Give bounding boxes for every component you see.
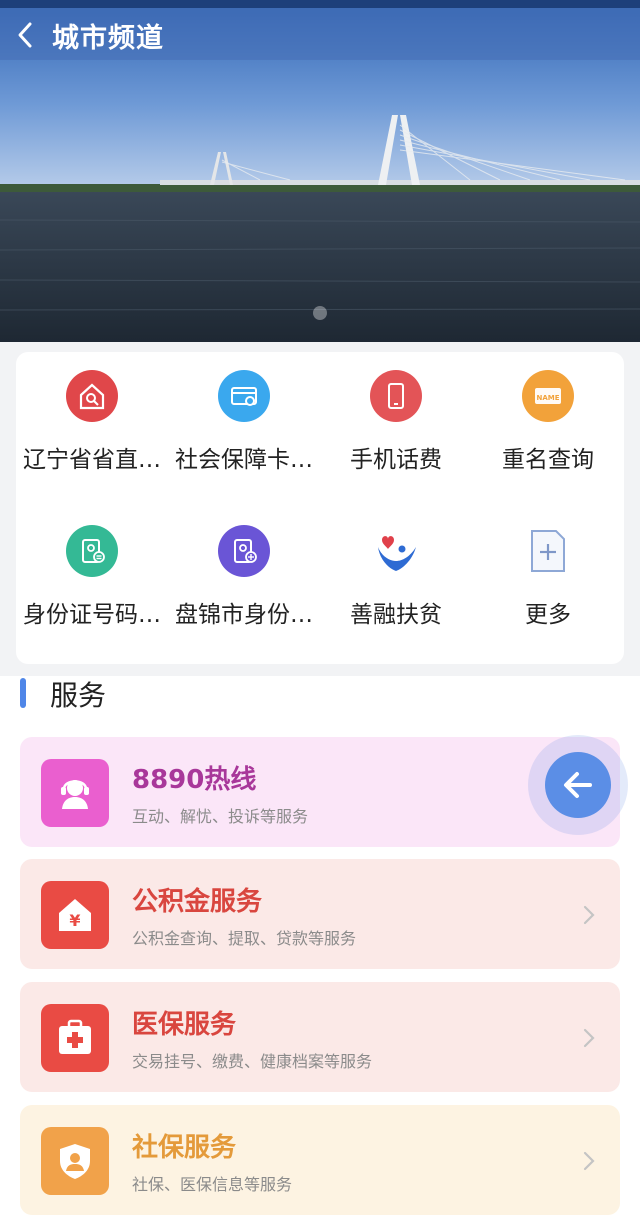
chevron-right-icon	[583, 905, 595, 925]
quick-service-label: 重名查询	[502, 447, 594, 473]
service-title: 医保服务	[132, 1010, 237, 1040]
chevron-right-icon	[583, 1151, 595, 1171]
quick-service-poverty-relief[interactable]: 善融扶贫	[320, 507, 472, 657]
quick-service-social-card[interactable]: 社会保障卡…	[168, 352, 320, 502]
status-bar	[0, 0, 640, 8]
phone-icon	[370, 370, 422, 422]
card-icon	[218, 370, 270, 422]
id-card-list-icon	[66, 525, 118, 577]
shield-user-icon	[41, 1127, 109, 1195]
chevron-left-icon	[18, 22, 32, 48]
section-accent-bar	[20, 678, 26, 708]
service-subtitle: 交易挂号、缴费、健康档案等服务	[132, 1052, 373, 1071]
arrow-left-icon	[564, 772, 592, 798]
quick-service-label: 身份证号码…	[23, 602, 161, 628]
quick-service-label: 社会保障卡…	[175, 447, 313, 473]
quick-service-name-query[interactable]: NAME 重名查询	[472, 352, 624, 502]
service-card-medical-insurance[interactable]: 医保服务 交易挂号、缴费、健康档案等服务	[20, 982, 620, 1092]
service-title: 公积金服务	[132, 887, 263, 917]
service-subtitle: 社保、医保信息等服务	[132, 1175, 293, 1194]
banner-carousel[interactable]: 城市频道	[0, 0, 640, 342]
svg-text:NAME: NAME	[536, 394, 559, 402]
headset-agent-icon	[41, 759, 109, 827]
house-search-icon	[66, 370, 118, 422]
service-subtitle: 互动、解忧、投诉等服务	[132, 807, 309, 826]
quick-service-more[interactable]: 更多	[472, 507, 624, 657]
section-title: 服务	[50, 679, 107, 712]
floating-back-button-core	[545, 752, 611, 818]
service-card-social-security[interactable]: 社保服务 社保、医保信息等服务	[20, 1105, 620, 1215]
service-title: 社保服务	[132, 1133, 237, 1163]
service-title: 8890热线	[132, 765, 257, 795]
quick-services-card: 辽宁省省直… 社会保障卡… 手机话费 NAME 重名查询 身份证号码… 盘锦市身…	[16, 352, 624, 664]
house-yuan-icon: ¥	[41, 881, 109, 949]
quick-service-label: 手机话费	[350, 447, 442, 473]
heart-hands-icon	[370, 525, 422, 577]
name-card-icon: NAME	[522, 370, 574, 422]
quick-service-id-number[interactable]: 身份证号码…	[16, 507, 168, 657]
service-subtitle: 公积金查询、提取、贷款等服务	[132, 929, 357, 948]
floating-back-button[interactable]	[528, 735, 628, 835]
back-button[interactable]	[14, 20, 38, 50]
service-card-housing-fund[interactable]: ¥ 公积金服务 公积金查询、提取、贷款等服务	[20, 859, 620, 969]
svg-text:¥: ¥	[69, 911, 80, 930]
quick-service-panjin-id[interactable]: 盘锦市身份…	[168, 507, 320, 657]
quick-service-phone-bill[interactable]: 手机话费	[320, 352, 472, 502]
quick-service-label: 更多	[525, 602, 571, 628]
quick-service-label: 盘锦市身份…	[175, 602, 313, 628]
quick-service-label: 辽宁省省直…	[23, 447, 161, 473]
more-plus-icon	[522, 525, 574, 577]
carousel-indicator[interactable]	[313, 306, 327, 320]
quick-service-liaoning[interactable]: 辽宁省省直…	[16, 352, 168, 502]
medical-kit-icon	[41, 1004, 109, 1072]
id-card-search-icon	[218, 525, 270, 577]
page-title: 城市频道	[52, 23, 164, 54]
chevron-right-icon	[583, 1028, 595, 1048]
quick-service-label: 善融扶贫	[350, 602, 442, 628]
